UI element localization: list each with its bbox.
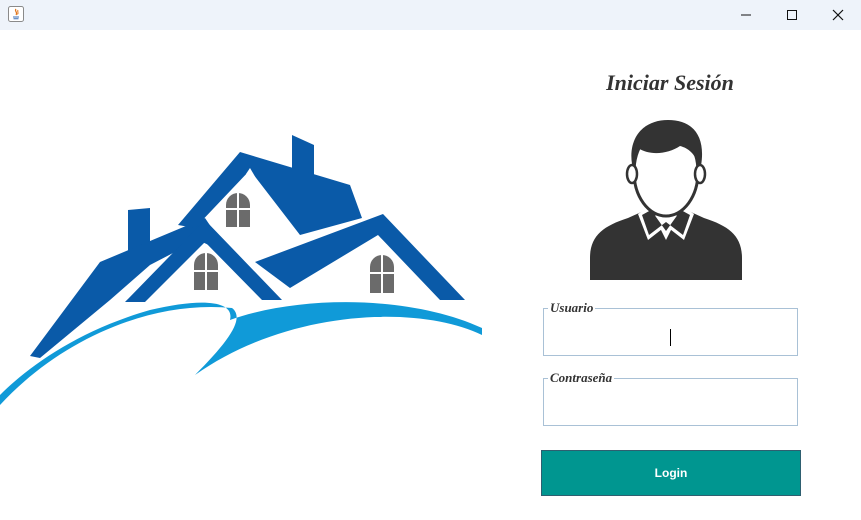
close-button[interactable]: [815, 0, 861, 30]
login-button[interactable]: Login: [541, 450, 801, 496]
username-fieldset: Usuario: [543, 300, 798, 356]
login-window: Iniciar Sesión Usuario Contraseña Login: [0, 0, 861, 520]
close-icon: [832, 9, 844, 21]
login-title: Iniciar Sesión: [606, 70, 734, 95]
minimize-button[interactable]: [723, 0, 769, 30]
right-window: [370, 254, 394, 294]
middle-window: [194, 252, 218, 290]
content-panel: Iniciar Sesión Usuario Contraseña Login: [0, 30, 861, 520]
top-window: [226, 192, 250, 228]
minimize-icon: [741, 14, 751, 16]
password-input[interactable]: [550, 393, 791, 419]
right-roof: [255, 214, 465, 300]
maximize-button[interactable]: [769, 0, 815, 30]
house-logo: [0, 135, 482, 405]
password-label: Contraseña: [548, 370, 615, 386]
maximize-icon: [787, 10, 797, 20]
text-caret: [670, 329, 671, 346]
java-app-icon: [8, 6, 24, 22]
user-avatar-icon: [590, 120, 742, 280]
password-fieldset: Contraseña: [543, 370, 798, 426]
title-bar: [0, 0, 861, 30]
username-label: Usuario: [548, 300, 596, 316]
